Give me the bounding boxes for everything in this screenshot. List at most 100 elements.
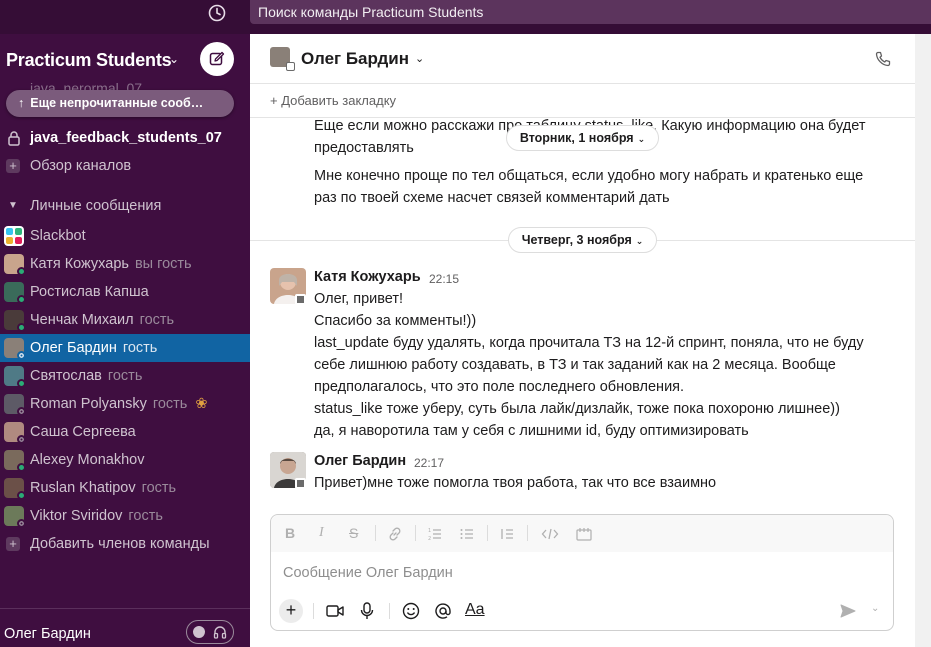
add-bookmark-button[interactable]: + Добавить закладку bbox=[270, 93, 396, 108]
sidebar-item-dm-svyatoslav[interactable]: Святослав гость bbox=[0, 362, 250, 390]
unread-pill-label: Еще непрочитанные сооб… bbox=[30, 96, 204, 110]
sidebar-item-dm-viktor[interactable]: Viktor Sviridov гость bbox=[0, 502, 250, 530]
unread-messages-button[interactable]: ↑ Еще непрочитанные сооб… bbox=[6, 90, 234, 117]
sidebar-item-dm-oleg[interactable]: Олег Бардин гость bbox=[0, 334, 250, 362]
formatting-toolbar: B I S 12 bbox=[271, 515, 893, 552]
channel-title[interactable]: Олег Бардин bbox=[301, 49, 409, 69]
message-text: предоставлять bbox=[314, 140, 414, 156]
attach-plus-button[interactable]: + bbox=[279, 599, 303, 623]
add-members-button[interactable]: + Добавить членов команды bbox=[0, 530, 250, 558]
huddle-toggle[interactable] bbox=[186, 620, 234, 644]
lock-icon bbox=[8, 131, 20, 146]
video-icon[interactable] bbox=[325, 602, 345, 620]
chevron-down-icon[interactable]: ⌄ bbox=[169, 52, 179, 66]
dm-name: Ruslan Khatipov bbox=[30, 480, 136, 496]
scrollbar[interactable] bbox=[915, 34, 931, 647]
dm-name: Slackbot bbox=[30, 228, 86, 244]
date-divider-button[interactable]: Четверг, 3 ноября ⌄ bbox=[508, 227, 657, 253]
caret-down-icon: ▼ bbox=[8, 200, 18, 211]
message-sender[interactable]: Катя Кожухарь bbox=[314, 269, 421, 285]
message-time[interactable]: 22:15 bbox=[429, 272, 459, 286]
sidebar-item-browse-channels[interactable]: + Обзор каналов bbox=[0, 152, 250, 180]
message-text: Привет)мне тоже помогла твоя работа, так… bbox=[314, 475, 717, 491]
date-label: Вторник, 1 ноября bbox=[519, 131, 634, 145]
send-icon[interactable] bbox=[839, 603, 857, 619]
message-sender[interactable]: Олег Бардин bbox=[314, 453, 406, 469]
away-status-icon bbox=[17, 519, 26, 528]
away-status-icon bbox=[17, 351, 26, 360]
dm-tag: гость bbox=[152, 396, 188, 412]
plus-icon: + bbox=[6, 537, 20, 551]
channel-header: Олег Бардин ⌄ bbox=[250, 34, 915, 84]
dm-name: Саша Сергеева bbox=[30, 424, 136, 440]
add-members-label: Добавить членов команды bbox=[30, 536, 210, 552]
dm-name: Roman Polyansky bbox=[30, 396, 147, 412]
workspace-name[interactable]: Practicum Students bbox=[6, 50, 172, 71]
sidebar-item-dm-rostislav[interactable]: Ростислав Капша bbox=[0, 278, 250, 306]
compose-button[interactable] bbox=[200, 42, 234, 76]
headphones-icon bbox=[213, 626, 227, 639]
chevron-down-icon[interactable]: ⌄ bbox=[415, 52, 424, 65]
dm-tag: гость bbox=[128, 508, 163, 524]
dm-name: Ростислав Капша bbox=[30, 284, 149, 300]
phone-icon[interactable] bbox=[874, 50, 892, 68]
sidebar-item-dm-chenchak[interactable]: Ченчак Михаил гость bbox=[0, 306, 250, 334]
online-status-icon bbox=[17, 267, 26, 276]
status-emoji-icon: ❀ bbox=[195, 396, 208, 412]
sidebar-item-dm-sasha[interactable]: Саша Сергеева bbox=[0, 418, 250, 446]
current-user-name[interactable]: Олег Бардин bbox=[4, 626, 91, 642]
dm-name: Святослав bbox=[30, 368, 102, 384]
online-status-icon bbox=[17, 323, 26, 332]
chevron-down-icon: ⌄ bbox=[635, 236, 644, 246]
compose-icon bbox=[209, 51, 225, 66]
svg-text:1: 1 bbox=[428, 528, 431, 534]
numbered-list-icon[interactable]: 12 bbox=[427, 526, 443, 542]
sidebar-item-dm-slackbot[interactable]: Slackbot bbox=[0, 222, 250, 250]
sidebar-item-dm-roman[interactable]: Roman Polyansky гость ❀ bbox=[0, 390, 250, 418]
sidebar: java_nerormal_07 Practicum Students ⌄ ↑ Е… bbox=[0, 34, 250, 647]
svg-text:2: 2 bbox=[428, 536, 431, 542]
history-icon[interactable] bbox=[207, 3, 227, 23]
dm-tag: гость bbox=[139, 312, 175, 328]
blockquote-icon[interactable] bbox=[499, 526, 515, 542]
formatting-toggle-button[interactable]: Aa bbox=[465, 601, 485, 619]
online-status-icon bbox=[17, 295, 26, 304]
mention-icon[interactable] bbox=[433, 601, 453, 621]
slackbot-avatar bbox=[4, 226, 24, 246]
emoji-icon[interactable] bbox=[401, 601, 421, 621]
microphone-icon[interactable] bbox=[359, 601, 375, 621]
workspace-header[interactable]: Practicum Students ⌄ bbox=[0, 34, 250, 86]
date-label: Четверг, 3 ноября bbox=[521, 233, 632, 247]
message-input[interactable]: Сообщение Олег Бардин bbox=[283, 565, 453, 581]
italic-icon[interactable]: I bbox=[319, 525, 324, 541]
top-bar: Поиск команды Practicum Students bbox=[0, 0, 931, 34]
message-text: status_like тоже уберу, суть была лайк/д… bbox=[314, 401, 840, 417]
bold-icon[interactable]: B bbox=[285, 525, 295, 541]
away-status-icon bbox=[17, 435, 26, 444]
bookmark-bar: + Добавить закладку bbox=[250, 85, 915, 118]
sidebar-item-dm-katya[interactable]: Катя Кожухарь вы гость bbox=[0, 250, 250, 278]
code-block-icon[interactable] bbox=[575, 526, 593, 542]
bulleted-list-icon[interactable] bbox=[459, 526, 475, 542]
dm-section-title: Личные сообщения bbox=[30, 198, 162, 214]
message-text: Мне конечно проще по тел общаться, если … bbox=[314, 168, 864, 184]
message-composer: B I S 12 Сообщение Олег Бардин + Aa ⌄ bbox=[270, 514, 894, 631]
dm-section-header[interactable]: ▼ Личные сообщения bbox=[0, 192, 250, 220]
chevron-down-icon: ⌄ bbox=[637, 134, 646, 144]
date-divider-button[interactable]: Вторник, 1 ноября ⌄ bbox=[506, 125, 659, 151]
message-time[interactable]: 22:17 bbox=[414, 456, 444, 470]
sidebar-item-java-feedback[interactable]: java_feedback_students_07 bbox=[0, 124, 250, 152]
toggle-knob bbox=[193, 626, 205, 638]
away-status-icon bbox=[295, 478, 306, 489]
sidebar-item-dm-alexey[interactable]: Alexey Monakhov bbox=[0, 446, 250, 474]
message-list: Еще если можно расскажи про таблицу stat… bbox=[250, 118, 915, 508]
strikethrough-icon[interactable]: S bbox=[349, 525, 358, 541]
code-icon[interactable] bbox=[541, 526, 559, 542]
chevron-down-icon[interactable]: ⌄ bbox=[871, 603, 879, 614]
search-input[interactable]: Поиск команды Practicum Students bbox=[250, 0, 931, 24]
arrow-up-icon: ↑ bbox=[18, 96, 25, 110]
sidebar-item-dm-ruslan[interactable]: Ruslan Khatipov гость bbox=[0, 474, 250, 502]
message-text: Олег, привет! bbox=[314, 291, 404, 307]
link-icon[interactable] bbox=[387, 526, 403, 542]
dm-name: Alexey Monakhov bbox=[30, 452, 145, 468]
